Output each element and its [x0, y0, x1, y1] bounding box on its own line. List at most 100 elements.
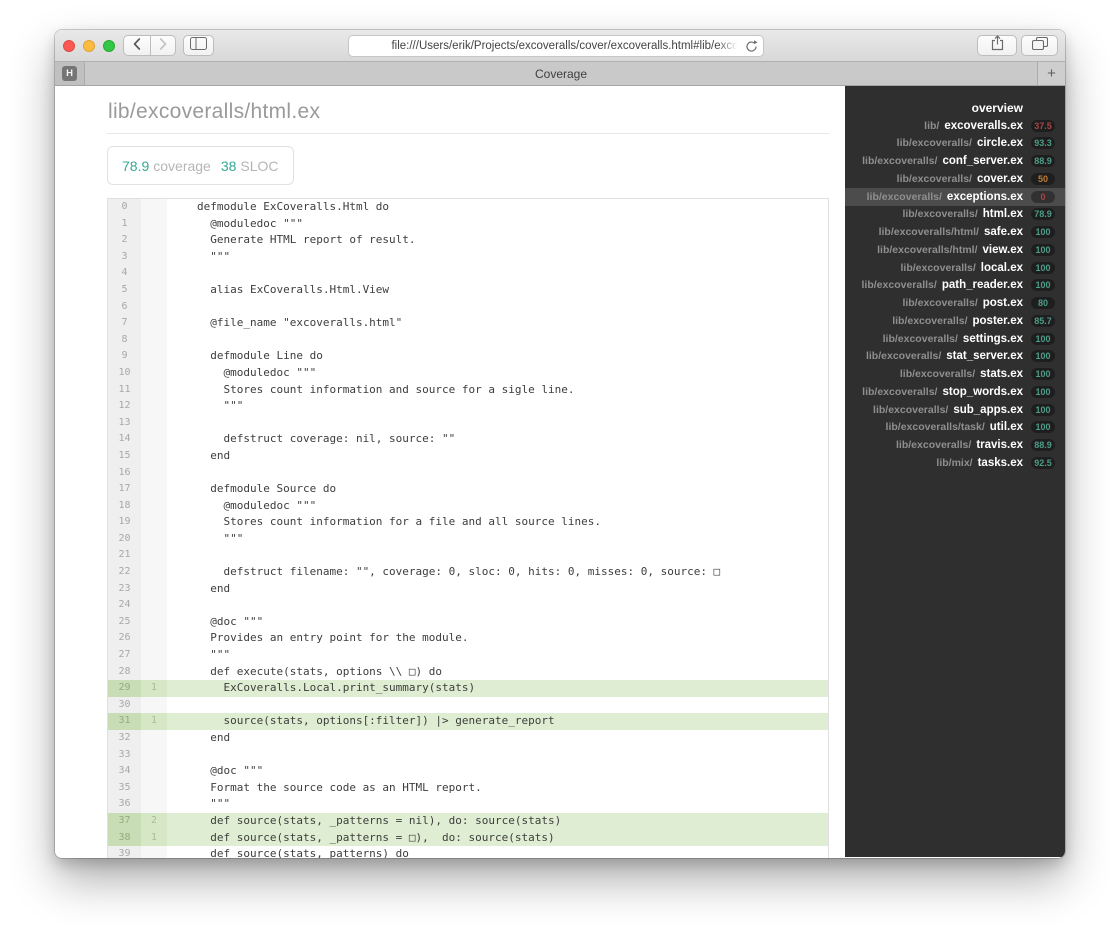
- sidebar-file-item[interactable]: lib/excoveralls/ sub_apps.ex 100: [845, 401, 1065, 419]
- sidebar-file-item[interactable]: lib/excoveralls/ html.ex 78.9: [845, 206, 1065, 224]
- sidebar-toggle-button[interactable]: [183, 35, 214, 56]
- line-source-text: Format the source code as an HTML report…: [167, 779, 828, 797]
- share-button[interactable]: [977, 35, 1017, 56]
- sidebar-file-item[interactable]: overview: [845, 99, 1065, 117]
- close-window-button[interactable]: [63, 40, 75, 52]
- line-hit-count: [141, 281, 167, 299]
- forward-button[interactable]: [151, 35, 176, 56]
- coverage-percent-badge: 100: [1031, 226, 1055, 239]
- minimize-window-button[interactable]: [83, 40, 95, 52]
- line-number: 3: [108, 248, 141, 266]
- sidebar-file-item[interactable]: lib/excoveralls/ local.ex 100: [845, 259, 1065, 277]
- new-tab-button[interactable]: +: [1037, 62, 1065, 85]
- coverage-pill-column: 100: [1026, 226, 1060, 239]
- line-hit-count: [141, 248, 167, 266]
- sidebar-file-item[interactable]: lib/excoveralls/ path_reader.ex 100: [845, 277, 1065, 295]
- file-name: path_reader.ex: [941, 279, 1023, 292]
- coverage-percent-badge: 0: [1031, 190, 1055, 203]
- back-button[interactable]: [123, 35, 151, 56]
- line-number: 18: [108, 497, 141, 515]
- line-source-text: [167, 746, 828, 764]
- coverage-pill-column: 100: [1026, 261, 1060, 274]
- line-source-text: """: [167, 647, 828, 664]
- address-bar[interactable]: file:///Users/erik/Projects/excoveralls/…: [348, 35, 764, 57]
- line-number: 12: [108, 398, 141, 415]
- line-number: 8: [108, 331, 141, 349]
- coverage-percent-badge: 37.5: [1031, 119, 1055, 132]
- line-hit-count: [141, 663, 167, 681]
- line-hit-count: [141, 464, 167, 482]
- coverage-percent-badge: 88.9: [1031, 155, 1055, 168]
- line-number: 6: [108, 298, 141, 316]
- line-hit-count: [141, 414, 167, 432]
- line-hit-count: [141, 846, 167, 858]
- code-line: 34 @doc """: [108, 763, 828, 780]
- sidebar-file-item[interactable]: lib/excoveralls/ stat_server.ex 100: [845, 348, 1065, 366]
- file-dir-prefix: lib/excoveralls/: [882, 332, 958, 345]
- code-line: 35 Format the source code as an HTML rep…: [108, 779, 828, 797]
- line-source-text: @doc """: [167, 613, 828, 631]
- show-all-tabs-button[interactable]: [1021, 35, 1058, 56]
- line-number: 39: [108, 846, 141, 858]
- sidebar-file-item[interactable]: lib/excoveralls/ exceptions.ex 0: [845, 187, 1065, 206]
- line-hit-count: [141, 547, 167, 565]
- code-line: 17 defmodule Source do: [108, 481, 828, 498]
- coverage-pill-column: 88.9: [1026, 439, 1060, 452]
- sidebar-file-item[interactable]: lib/excoveralls/ settings.ex 100: [845, 330, 1065, 348]
- file-name: stat_server.ex: [946, 350, 1023, 363]
- reload-icon[interactable]: [745, 40, 758, 53]
- line-hit-count: [141, 447, 167, 465]
- sidebar-file-item[interactable]: lib/excoveralls/ conf_server.ex 88.9: [845, 152, 1065, 170]
- coverage-value: 78.9: [122, 158, 150, 174]
- sidebar-file-item[interactable]: lib/excoveralls/task/ util.ex 100: [845, 419, 1065, 437]
- file-dir-prefix: lib/excoveralls/: [866, 190, 942, 203]
- line-hit-count: [141, 530, 167, 548]
- line-source-text: """: [167, 796, 828, 813]
- zoom-window-button[interactable]: [103, 40, 115, 52]
- coverage-percent-badge: 88.9: [1031, 439, 1055, 452]
- sidebar-file-item[interactable]: lib/excoveralls/ stats.ex 100: [845, 365, 1065, 383]
- file-name: stats.ex: [980, 368, 1023, 381]
- line-hit-count: [141, 199, 167, 216]
- pinned-tab[interactable]: H: [55, 62, 85, 85]
- sidebar-file-item[interactable]: lib/mix/ tasks.ex 92.5: [845, 454, 1065, 472]
- file-name: travis.ex: [976, 439, 1023, 452]
- line-number: 26: [108, 630, 141, 648]
- code-line: 32 end: [108, 730, 828, 747]
- sidebar-file-item[interactable]: lib/excoveralls/ travis.ex 88.9: [845, 436, 1065, 454]
- code-line: 10 @moduledoc """: [108, 364, 828, 382]
- coverage-pill-column: 93.3: [1026, 137, 1060, 150]
- sidebar-file-item[interactable]: lib/excoveralls/ stop_words.ex 100: [845, 383, 1065, 401]
- coverage-pill-column: 80: [1026, 297, 1060, 310]
- coverage-percent-badge: 80: [1031, 297, 1055, 310]
- line-source-text: [167, 597, 828, 614]
- line-number: 24: [108, 597, 141, 614]
- line-number: 4: [108, 265, 141, 282]
- sloc-label: SLOC: [240, 158, 279, 174]
- sidebar-file-item[interactable]: lib/excoveralls/ poster.ex 85.7: [845, 312, 1065, 330]
- line-source-text: [167, 696, 828, 714]
- code-line: 3 """: [108, 248, 828, 266]
- file-name: view.ex: [982, 243, 1024, 256]
- sidebar-file-item[interactable]: lib/excoveralls/html/ safe.ex 100: [845, 223, 1065, 241]
- file-dir-prefix: lib/excoveralls/: [862, 155, 938, 168]
- sidebar-file-item[interactable]: lib/excoveralls/ post.ex 80: [845, 294, 1065, 312]
- tabs-overview-icon: [1031, 36, 1048, 55]
- line-hit-count: [141, 315, 167, 332]
- tab-title: Coverage: [534, 66, 588, 81]
- line-number: 38: [108, 829, 141, 847]
- line-hit-count: [141, 779, 167, 797]
- sidebar-file-item[interactable]: lib/ excoveralls.ex 37.5: [845, 117, 1065, 135]
- line-hit-count: [141, 746, 167, 764]
- page-title: lib/excoveralls/html.ex: [107, 94, 829, 134]
- sidebar-file-item[interactable]: lib/excoveralls/html/ view.ex 100: [845, 241, 1065, 259]
- line-number: 31: [108, 713, 141, 730]
- code-line: 11 Stores count information and source f…: [108, 381, 828, 399]
- line-hit-count: [141, 613, 167, 631]
- line-hit-count: [141, 564, 167, 581]
- tab-coverage[interactable]: Coverage: [85, 62, 1037, 85]
- sidebar-file-item[interactable]: lib/excoveralls/ cover.ex 50: [845, 170, 1065, 188]
- coverage-summary-badge: 78.9 coverage 38 SLOC: [107, 146, 294, 185]
- sidebar-file-item[interactable]: lib/excoveralls/ circle.ex 93.3: [845, 135, 1065, 153]
- line-hit-count: [141, 331, 167, 349]
